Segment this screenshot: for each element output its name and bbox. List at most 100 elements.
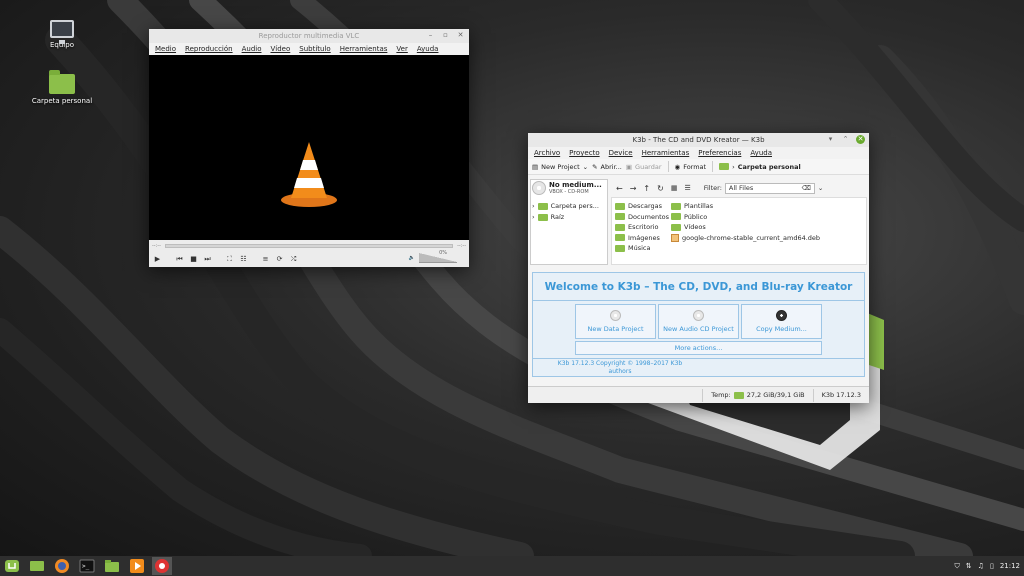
format-button[interactable]: ◉ Format: [675, 163, 707, 171]
maximize-icon[interactable]: ⌃: [841, 135, 850, 144]
terminal-icon[interactable]: >_: [77, 557, 97, 575]
filter-control: Filter: All Files ⌫ ⌄: [704, 182, 823, 194]
minimize-icon[interactable]: –: [426, 31, 435, 40]
menu-medio[interactable]: Medio: [155, 45, 176, 53]
vlc-titlebar[interactable]: Reproductor multimedia VLC – ▫ ✕: [149, 29, 469, 43]
save-button[interactable]: ▣ Guardar: [626, 163, 662, 171]
menu-ayuda[interactable]: Ayuda: [417, 45, 439, 53]
close-icon[interactable]: ✕: [856, 135, 865, 144]
firefox-icon[interactable]: [52, 557, 72, 575]
vlc-task-icon[interactable]: [127, 557, 147, 575]
save-icon: ▣: [625, 162, 633, 171]
tree-item-root[interactable]: › Raíz: [532, 212, 599, 223]
save-label: Guardar: [635, 162, 662, 171]
clear-icon[interactable]: ⌫: [802, 184, 811, 193]
up-icon[interactable]: ↑: [643, 184, 650, 193]
file-item[interactable]: Documentos: [615, 212, 671, 223]
desktop-icon-carpeta-personal[interactable]: Carpeta personal: [27, 70, 97, 105]
filter-dropdown[interactable]: All Files ⌫: [724, 182, 815, 194]
file-item[interactable]: Descargas: [615, 201, 671, 212]
menu-ayuda[interactable]: Ayuda: [750, 149, 772, 157]
menu-reproduccion[interactable]: Reproducción: [185, 45, 233, 53]
folder-icon: [671, 213, 681, 221]
expand-icon[interactable]: ›: [532, 201, 535, 212]
minimize-icon[interactable]: ▾: [826, 135, 835, 144]
maximize-icon[interactable]: ▫: [441, 31, 450, 40]
icon-view-icon[interactable]: ▦: [671, 184, 678, 192]
extended-settings-icon[interactable]: ☷: [238, 254, 249, 265]
file-item[interactable]: Imágenes: [615, 233, 671, 244]
k3b-task-icon[interactable]: [152, 557, 172, 575]
desktop-icon-equipo[interactable]: Equipo: [27, 20, 97, 49]
previous-icon[interactable]: ⏮: [174, 254, 185, 265]
folder-icon: [615, 202, 625, 210]
fullscreen-icon[interactable]: ⛶: [224, 254, 235, 265]
system-tray: ⛉ ⇅ ♫ ▯ 21:12: [955, 556, 1020, 576]
file-item[interactable]: Música: [615, 243, 671, 254]
tree-label: Raíz: [550, 213, 565, 221]
tree-item-home[interactable]: › Carpeta pers...: [532, 201, 599, 212]
show-desktop-icon[interactable]: [27, 557, 47, 575]
close-icon[interactable]: ✕: [456, 31, 465, 40]
copy-medium-button[interactable]: Copy Medium...: [741, 304, 822, 339]
desktop-icon-label: Carpeta personal: [31, 97, 93, 105]
new-data-project-button[interactable]: New Data Project: [575, 304, 656, 339]
chevron-right-icon: ›: [732, 162, 735, 171]
reload-icon[interactable]: ↻: [657, 184, 664, 193]
volume-control[interactable]: 🔈 0%: [409, 250, 457, 263]
seek-bar[interactable]: [164, 244, 454, 248]
back-icon[interactable]: ←: [616, 184, 623, 193]
files-icon[interactable]: [102, 557, 122, 575]
playlist-icon[interactable]: ≡: [260, 254, 271, 265]
version-status: K3b 17.12.3: [812, 388, 869, 402]
music-icon[interactable]: ♫: [978, 562, 984, 570]
shuffle-icon[interactable]: ⤮: [288, 254, 299, 265]
device-selector[interactable]: No medium... VBOX - CD-ROM: [530, 179, 608, 201]
play-icon[interactable]: ▶: [152, 254, 163, 265]
new-project-button[interactable]: ▤ New Project ⌄: [532, 163, 588, 171]
new-audio-cd-project-button[interactable]: New Audio CD Project: [658, 304, 739, 339]
battery-icon[interactable]: ▯: [990, 562, 994, 570]
vlc-controls: --:-- --:-- ▶ ⏮ ■ ⏭ ⛶ ☷ ≡ ⟳ ⤮ 🔈 0%: [149, 240, 469, 267]
menu-audio[interactable]: Audio: [242, 45, 262, 53]
file-item[interactable]: google-chrome-stable_current_amd64.deb: [671, 233, 863, 244]
list-view-icon[interactable]: ☰: [684, 184, 690, 192]
next-icon[interactable]: ⏭: [202, 254, 213, 265]
menu-subtitulo[interactable]: Subtítulo: [299, 45, 330, 53]
menu-video[interactable]: Vídeo: [271, 45, 291, 53]
open-button[interactable]: ✎ Abrir...: [592, 163, 622, 171]
menu-preferencias[interactable]: Preferencias: [698, 149, 741, 157]
breadcrumb[interactable]: › Carpeta personal: [719, 163, 801, 171]
shield-icon[interactable]: ⛉: [955, 562, 960, 571]
menu-proyecto[interactable]: Proyecto: [569, 149, 599, 157]
menu-device[interactable]: Device: [609, 149, 633, 157]
k3b-titlebar[interactable]: K3b - The CD and DVD Kreator — K3b ▾ ⌃ ✕: [528, 133, 869, 147]
chevron-down-icon: ⌄: [582, 162, 589, 171]
tree-label: Carpeta pers...: [550, 202, 599, 210]
format-label: Format: [683, 162, 707, 171]
volume-slider[interactable]: 0%: [419, 250, 457, 263]
expand-icon[interactable]: ›: [532, 212, 535, 223]
file-item[interactable]: Plantillas: [671, 201, 863, 212]
chevron-down-icon[interactable]: ⌄: [818, 184, 823, 192]
folder-icon: [615, 213, 625, 221]
forward-icon[interactable]: →: [630, 184, 637, 193]
menu-herramientas[interactable]: Herramientas: [642, 149, 690, 157]
menu-ver[interactable]: Ver: [396, 45, 407, 53]
network-icon[interactable]: ⇅: [966, 562, 972, 570]
stop-icon[interactable]: ■: [188, 254, 199, 265]
clock[interactable]: 21:12: [1000, 562, 1020, 570]
video-area[interactable]: [149, 55, 469, 266]
speaker-icon[interactable]: 🔈: [409, 255, 415, 261]
loop-icon[interactable]: ⟳: [274, 254, 285, 265]
more-actions-button[interactable]: More actions...: [575, 341, 822, 355]
filter-value: All Files: [728, 183, 754, 192]
button-label: New Audio CD Project: [663, 325, 734, 333]
menu-herramientas[interactable]: Herramientas: [340, 45, 388, 53]
menu-archivo[interactable]: Archivo: [534, 149, 560, 157]
file-item[interactable]: Escritorio: [615, 222, 671, 233]
mint-menu-icon[interactable]: [2, 557, 22, 575]
file-item[interactable]: Público: [671, 212, 863, 223]
folder-icon: [615, 244, 625, 252]
file-item[interactable]: Vídeos: [671, 222, 863, 233]
